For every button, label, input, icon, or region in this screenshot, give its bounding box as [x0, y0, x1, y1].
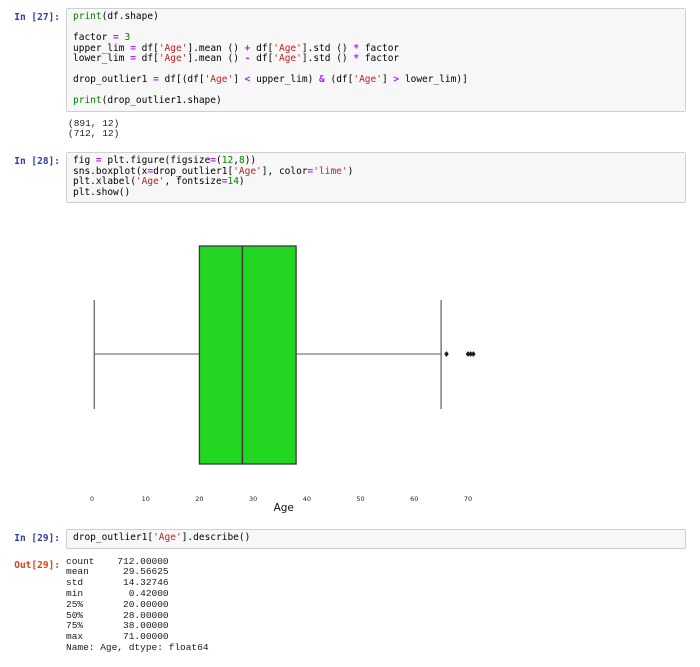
- x-tick-label: 30: [249, 495, 257, 503]
- output-cell-29: Out[29]: count 712.00000 mean 29.56625 s…: [0, 556, 700, 654]
- output-area-27: (891, 12) (712, 12): [68, 117, 120, 140]
- x-tick-label: 0: [90, 495, 94, 503]
- code-editor-28[interactable]: fig = plt.figure(figsize=(12,8)) sns.boxp…: [66, 152, 686, 204]
- code-line: drop_outlier1 = df[(df['Age'] < upper_li…: [73, 74, 468, 85]
- code-line: print(df.shape): [73, 11, 159, 22]
- code-line: plt.show(): [73, 186, 131, 198]
- x-tick-label: 70: [464, 495, 472, 503]
- code-editor-27[interactable]: print(df.shape) factor = 3 upper_lim = df…: [66, 8, 686, 112]
- code-editor-29[interactable]: drop_outlier1['Age'].describe(): [66, 529, 686, 549]
- x-tick-label: 60: [410, 495, 418, 503]
- input-prompt-28: In [28]:: [14, 156, 60, 168]
- jupyter-notebook-page: { "notebook": { "cells": [ { "prompt": "…: [0, 8, 700, 667]
- code-cell-27: In [27]: print(df.shape) factor = 3 upper…: [0, 8, 700, 112]
- x-tick-label: 40: [303, 495, 311, 503]
- boxplot-figure: 0 10 20 30 40 50 60 70 Age: [90, 245, 476, 514]
- input-prompt-27: In [27]:: [14, 12, 60, 23]
- code-line: drop_outlier1['Age'].describe(): [73, 532, 251, 544]
- x-axis-label: Age: [274, 502, 294, 514]
- x-tick-label: 50: [356, 495, 364, 503]
- code-line: lower_lim = df['Age'].mean () - df['Age'…: [73, 53, 400, 64]
- outlier-point: [444, 351, 449, 357]
- figure-output-28: 0 10 20 30 40 50 60 70 Age: [0, 217, 700, 517]
- x-tick-label: 10: [142, 495, 150, 503]
- code-cell-28: In [28]: fig = plt.figure(figsize=(12,8)…: [0, 152, 700, 204]
- code-cell-29: In [29]: drop_outlier1['Age'].describe(): [0, 529, 700, 549]
- output-prompt-29: Out[29]:: [14, 559, 60, 571]
- output-area-29: count 712.00000 mean 29.56625 std 14.327…: [66, 555, 209, 653]
- x-tick-label: 20: [195, 495, 203, 503]
- box-iqr: [198, 245, 297, 465]
- code-line: print(drop_outlier1.shape): [73, 95, 222, 106]
- outlier-point: [471, 351, 476, 357]
- code-line: plt.xlabel('Age', fontsize=14): [73, 176, 245, 188]
- input-prompt-29: In [29]:: [14, 533, 60, 545]
